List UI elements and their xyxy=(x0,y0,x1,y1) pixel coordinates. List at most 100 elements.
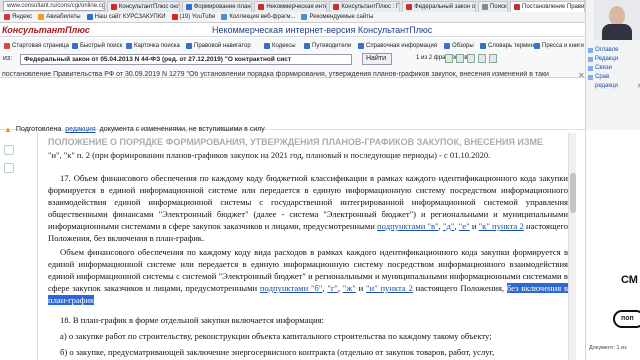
toolbar-codes[interactable]: Кодексы xyxy=(264,43,296,49)
site-banner: Некоммерческая интернет-версия Консульта… xyxy=(212,25,433,35)
paragraph-18b: б) о закупке, предусматривающей заключен… xyxy=(60,347,495,357)
export-icon[interactable] xyxy=(478,54,486,63)
doc-link[interactable]: "и" пункта 2 xyxy=(366,283,413,293)
doc-link[interactable]: "е" xyxy=(459,221,470,231)
browser-tab[interactable]: КонсультантПлюс : Поиск 4 xyxy=(329,0,401,12)
browser-tab[interactable]: Некоммерческая интернет-в xyxy=(254,0,328,12)
tab-favicon-icon xyxy=(514,3,521,10)
browser-tab[interactable]: Формирование плана-граф xyxy=(181,0,253,12)
doc-link[interactable]: подпунктами "в" xyxy=(377,221,439,231)
navigator-icon xyxy=(186,43,192,49)
bookmark-item[interactable]: Яндекс xyxy=(4,14,32,20)
edition-link[interactable]: редакция xyxy=(65,126,95,133)
doc-link[interactable]: подпунктами "б" xyxy=(260,283,322,293)
right-menu-item[interactable]: Срав xyxy=(588,73,640,82)
tab-favicon-icon xyxy=(110,3,117,10)
toolbar-reviews[interactable]: Обзоры xyxy=(444,43,474,49)
promo-logo: СМ xyxy=(621,274,638,286)
editions-icon xyxy=(588,57,593,62)
find-button[interactable]: Найти xyxy=(362,53,392,65)
card-icon xyxy=(126,43,132,49)
site-header: КонсультантПлюс Некоммерческая интернет-… xyxy=(0,23,585,37)
toolbar-reference-info[interactable]: Справочная информация xyxy=(358,43,437,49)
bookmark-item[interactable]: Рекомендуемые сайты xyxy=(301,14,373,20)
youtube-icon xyxy=(171,14,178,20)
document-scrollbar[interactable] xyxy=(568,133,576,360)
bookmark-icon xyxy=(38,14,45,20)
doc-link[interactable]: "к" пункта 2 xyxy=(479,221,524,231)
margin-icons xyxy=(4,145,14,173)
glossary-icon xyxy=(480,43,486,49)
document-counter: Документ: 1 из xyxy=(589,345,627,351)
bookmark-item[interactable]: (19) YouTube xyxy=(171,14,215,20)
toolbar-quick-search[interactable]: Быстрый поиск xyxy=(72,43,122,49)
send-icon[interactable] xyxy=(489,54,497,63)
bookmark-item[interactable]: Авиабилеты xyxy=(38,14,81,20)
tab-favicon-icon xyxy=(185,3,192,10)
presenter-body xyxy=(602,24,632,40)
document-breadcrumb[interactable]: постановление Правительства РФ от 30.09.… xyxy=(0,71,585,81)
toolbar-glossary[interactable]: Словарь терминов xyxy=(480,43,541,49)
doc-link[interactable]: "ж" xyxy=(343,283,356,293)
info-icon xyxy=(358,43,364,49)
bookmarks-bar: Яндекс Авиабилеты Наш сайт КУРСЗАКУПКИ (… xyxy=(0,12,585,23)
tab-favicon-icon xyxy=(333,3,340,10)
browser-tab[interactable]: Федеральный закон от 05.04 xyxy=(402,0,476,12)
codes-icon xyxy=(264,43,270,49)
bookmark-icon xyxy=(4,14,10,20)
tab-favicon-icon xyxy=(406,3,413,10)
toolbar-legal-navigator[interactable]: Правовой навигатор xyxy=(186,43,251,49)
paragraph-18: 18. В план-график в форме отдельной заку… xyxy=(60,315,324,325)
previous-text-line: "и", "к" п. 2 (при формировании планов-г… xyxy=(48,150,491,160)
bookmark-add-icon[interactable] xyxy=(467,54,475,63)
compare-icon xyxy=(588,75,593,80)
toolbar-search-card[interactable]: Карточка поиска xyxy=(126,43,180,49)
section-title: ПОЛОЖЕНИЕ О ПОРЯДКЕ ФОРМИРОВАНИЯ, УТВЕРЖ… xyxy=(48,137,544,147)
save-icon[interactable] xyxy=(456,54,464,63)
tab-favicon-icon xyxy=(481,3,488,10)
press-icon xyxy=(534,43,540,49)
toolbar-guides[interactable]: Путеводители xyxy=(304,43,351,49)
browser-tab[interactable]: КонсультантПлюс онлайн — xyxy=(106,0,180,12)
document-tools xyxy=(445,54,497,63)
right-panel-menu: Оглавле Редакци Связи Срав редакци xyxy=(588,46,640,91)
tab-favicon-icon xyxy=(258,3,265,10)
bookmark-icon xyxy=(86,14,93,20)
browser-tab-bar: www.consultant.ru/cons/cgi/online.cgi?re… xyxy=(0,0,585,12)
paragraph-17: 17. Объем финансового обеспечения по каж… xyxy=(48,173,569,243)
right-menu-item[interactable]: редакци xyxy=(588,82,640,91)
links-icon xyxy=(588,66,593,71)
bookmark-icon xyxy=(221,14,228,20)
scrollbar-thumb[interactable] xyxy=(570,173,576,213)
comment-icon[interactable] xyxy=(4,145,14,155)
document-search-field[interactable]: Федеральный закон от 05.04.2013 N 44-ФЗ … xyxy=(20,54,352,65)
promo-button[interactable]: поп xyxy=(613,310,640,328)
doc-link[interactable]: "д" xyxy=(443,221,454,231)
bookmark-item[interactable]: Коллекция веб-фрагм... xyxy=(221,14,295,20)
left-margin xyxy=(0,133,38,360)
close-icon[interactable]: ✕ xyxy=(578,71,585,80)
print-icon[interactable] xyxy=(445,54,453,63)
contents-icon xyxy=(588,48,593,53)
paragraph-17-second: Объем финансового обеспечения по каждому… xyxy=(48,247,569,305)
address-bar[interactable]: www.consultant.ru/cons/cgi/online.cgi?re… xyxy=(3,1,105,11)
right-menu-item[interactable]: Оглавле xyxy=(588,46,640,55)
bookmark-item[interactable]: Наш сайт КУРСЗАКУПКИ xyxy=(86,14,166,20)
site-logo[interactable]: КонсультантПлюс xyxy=(2,25,90,35)
right-menu-item[interactable]: Связи xyxy=(588,64,640,73)
link-icon[interactable] xyxy=(4,163,14,173)
notice-area: ▲ Подготовлена редакция документа с изме… xyxy=(0,81,585,134)
browser-tab-active[interactable]: Постановление Правитель✕ xyxy=(510,0,585,12)
presenter-face xyxy=(609,6,625,26)
right-menu-item[interactable]: Редакци xyxy=(588,55,640,64)
paragraph-18a: а) о закупке работ по строительству, рек… xyxy=(60,331,492,341)
search-in-label: из: xyxy=(3,55,13,62)
browser-tab[interactable]: Поиск... xyxy=(477,0,509,12)
guides-icon xyxy=(304,43,310,49)
reviews-icon xyxy=(444,43,450,49)
doc-link[interactable]: "г" xyxy=(327,283,338,293)
webcam-overlay xyxy=(594,0,640,40)
bookmark-icon xyxy=(301,14,308,20)
toolbar-start-page[interactable]: Стартовая страница xyxy=(4,43,69,49)
toolbar-press[interactable]: Пресса и книги xyxy=(534,43,584,49)
